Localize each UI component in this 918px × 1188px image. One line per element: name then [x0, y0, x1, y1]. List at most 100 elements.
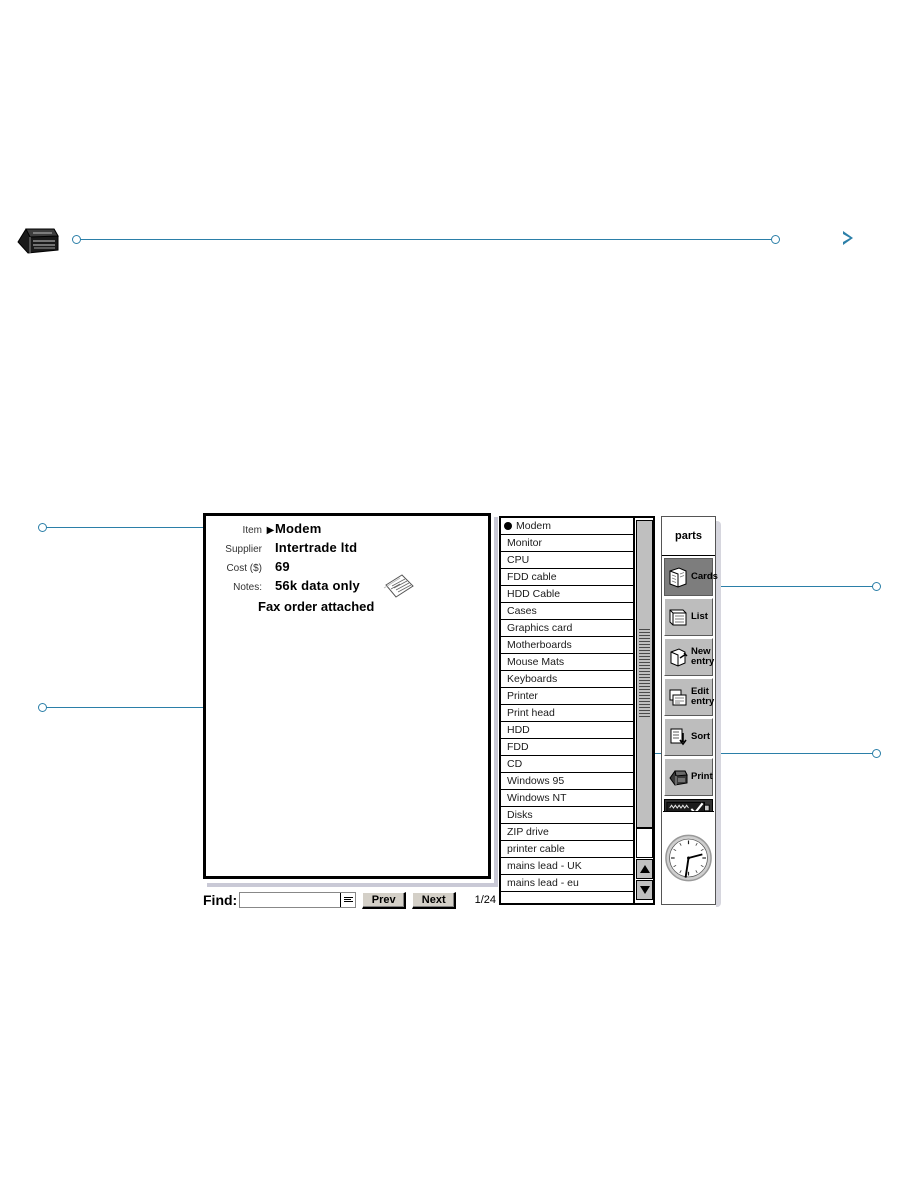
toolbar-button-sort-label: Sort	[691, 731, 710, 742]
card-field-list: Item ▶ Modem Supplier Intertrade ltd Cos…	[206, 521, 488, 597]
scrollbar-track[interactable]	[636, 828, 653, 858]
find-bar: Find: Prev Next 1/24	[203, 887, 498, 913]
toolbar-button-print[interactable]: Print	[664, 758, 713, 796]
list-item-label: Disks	[507, 809, 533, 821]
list-item[interactable]: ZIP drive	[501, 824, 633, 841]
card-note-text[interactable]: Fax order attached	[258, 599, 374, 614]
field-expand-arrow-icon[interactable]: ▶	[266, 524, 275, 538]
toolbar-button-edit-entry-label: Edit entry	[691, 686, 715, 707]
list-item-label: Graphics card	[507, 622, 573, 634]
toolbar-button-new-entry[interactable]: New entry	[664, 638, 715, 676]
list-item-label: ZIP drive	[507, 826, 549, 838]
card-field-notes[interactable]: Notes: 56k data only	[206, 578, 488, 595]
list-item-label: CD	[507, 758, 523, 770]
toolbar-button-cards[interactable]: Cards	[664, 558, 718, 596]
card-field-item-value[interactable]: Modem	[275, 521, 322, 536]
list-item[interactable]: CPU	[501, 552, 633, 569]
toolbar-button-print-label: Print	[691, 771, 713, 782]
triangle-down-icon	[639, 886, 650, 894]
card-field-cost[interactable]: Cost ($) 69	[206, 559, 488, 576]
list-item-label: printer cable	[507, 843, 565, 855]
callout-dot-cards-button	[872, 582, 881, 591]
scrollbar-thumb[interactable]	[636, 520, 653, 828]
list-item[interactable]: FDD	[501, 739, 633, 756]
list-item-label: mains lead - UK	[507, 860, 582, 872]
list-item[interactable]: mains lead - eu	[501, 875, 633, 892]
prev-record-button[interactable]: Prev	[362, 891, 407, 909]
list-item[interactable]: FDD cable	[501, 569, 633, 586]
list-item[interactable]: Monitor	[501, 535, 633, 552]
list-item[interactable]: HDD	[501, 722, 633, 739]
next-record-button[interactable]: Next	[412, 891, 457, 909]
list-item[interactable]: Windows NT	[501, 790, 633, 807]
fax-document-icon[interactable]	[382, 573, 416, 606]
clock-area[interactable]	[663, 811, 714, 903]
find-input[interactable]	[240, 893, 343, 907]
callout-line-cards-button	[716, 586, 877, 587]
list-item[interactable]: Graphics card	[501, 620, 633, 637]
toolbar-panel: parts Cards List New entry Edit entry So…	[661, 516, 718, 905]
list-item[interactable]: HDD Cable	[501, 586, 633, 603]
toolbar-button-list[interactable]: List	[664, 598, 713, 636]
card-window: Item ▶ Modem Supplier Intertrade ltd Cos…	[203, 513, 491, 879]
list-lines-icon	[343, 896, 353, 904]
list-item[interactable]: mains lead - UK	[501, 858, 633, 875]
list-item[interactable]: Motherboards	[501, 637, 633, 654]
selected-record-bullet-icon	[504, 522, 512, 530]
list-item-label: Modem	[516, 520, 552, 532]
sort-icon	[670, 728, 687, 746]
list-item[interactable]: Windows 95	[501, 773, 633, 790]
list-item-label: Printer	[507, 690, 538, 702]
list-item-label: Mouse Mats	[507, 656, 565, 668]
list-item[interactable]: Disks	[501, 807, 633, 824]
list-item-label: Print head	[507, 707, 555, 719]
callout-dot-card-area	[38, 703, 47, 712]
triangle-right-icon	[843, 231, 853, 245]
list-item-label: Cases	[507, 605, 537, 617]
list-item-label: HDD Cable	[507, 588, 561, 600]
printer-icon	[669, 770, 688, 786]
card-window-shadow	[494, 517, 498, 883]
card-field-notes-value[interactable]: 56k data only	[275, 578, 360, 593]
list-item[interactable]: Printer	[501, 688, 633, 705]
list-item-label: Keyboards	[507, 673, 558, 685]
find-menu-button[interactable]	[340, 893, 356, 907]
list-item[interactable]: Keyboards	[501, 671, 633, 688]
list-item[interactable]: CD	[501, 756, 633, 773]
database-name-tab[interactable]: parts	[662, 517, 715, 556]
card-field-cost-value[interactable]: 69	[275, 559, 290, 574]
list-item[interactable]: Modem	[501, 518, 633, 535]
list-item[interactable]: Print head	[501, 705, 633, 722]
scroll-down-button[interactable]	[636, 880, 653, 900]
list-item-label: Windows 95	[507, 775, 565, 787]
cards-icon	[669, 567, 687, 588]
scroll-grip-icon	[639, 629, 650, 721]
card-field-cost-label: Cost ($)	[226, 563, 262, 574]
list-item-label: mains lead - eu	[507, 877, 579, 889]
card-field-supplier-value[interactable]: Intertrade ltd	[275, 540, 357, 555]
callout-dot-field-label	[38, 523, 47, 532]
toolbar-button-sort[interactable]: Sort	[664, 718, 713, 756]
card-field-supplier[interactable]: Supplier Intertrade ltd	[206, 540, 488, 557]
toolbar-button-new-entry-label: New entry	[691, 646, 715, 667]
list-item-label: FDD	[507, 741, 529, 753]
list-item-label: CPU	[507, 554, 530, 566]
toolbar-button-edit-entry[interactable]: Edit entry	[664, 678, 715, 716]
card-field-item[interactable]: Item ▶ Modem	[206, 521, 488, 538]
list-item-label: FDD cable	[507, 571, 557, 583]
find-input-wrapper[interactable]	[239, 892, 357, 908]
list-item[interactable]: printer cable	[501, 841, 633, 858]
header-dot-right	[771, 235, 780, 244]
list-scrollbar[interactable]	[633, 518, 653, 903]
scroll-up-button[interactable]	[636, 859, 653, 879]
header-rule	[76, 239, 776, 240]
printer-icon	[17, 228, 59, 254]
edit-entry-icon	[669, 689, 687, 706]
list-item[interactable]: Mouse Mats	[501, 654, 633, 671]
toolbar-button-cards-label: Cards	[691, 571, 718, 582]
triangle-up-icon	[639, 865, 650, 873]
list-item-label: Monitor	[507, 537, 543, 549]
list-item[interactable]: Cases	[501, 603, 633, 620]
new-entry-icon	[670, 648, 688, 667]
list-item-label: Windows NT	[507, 792, 567, 804]
